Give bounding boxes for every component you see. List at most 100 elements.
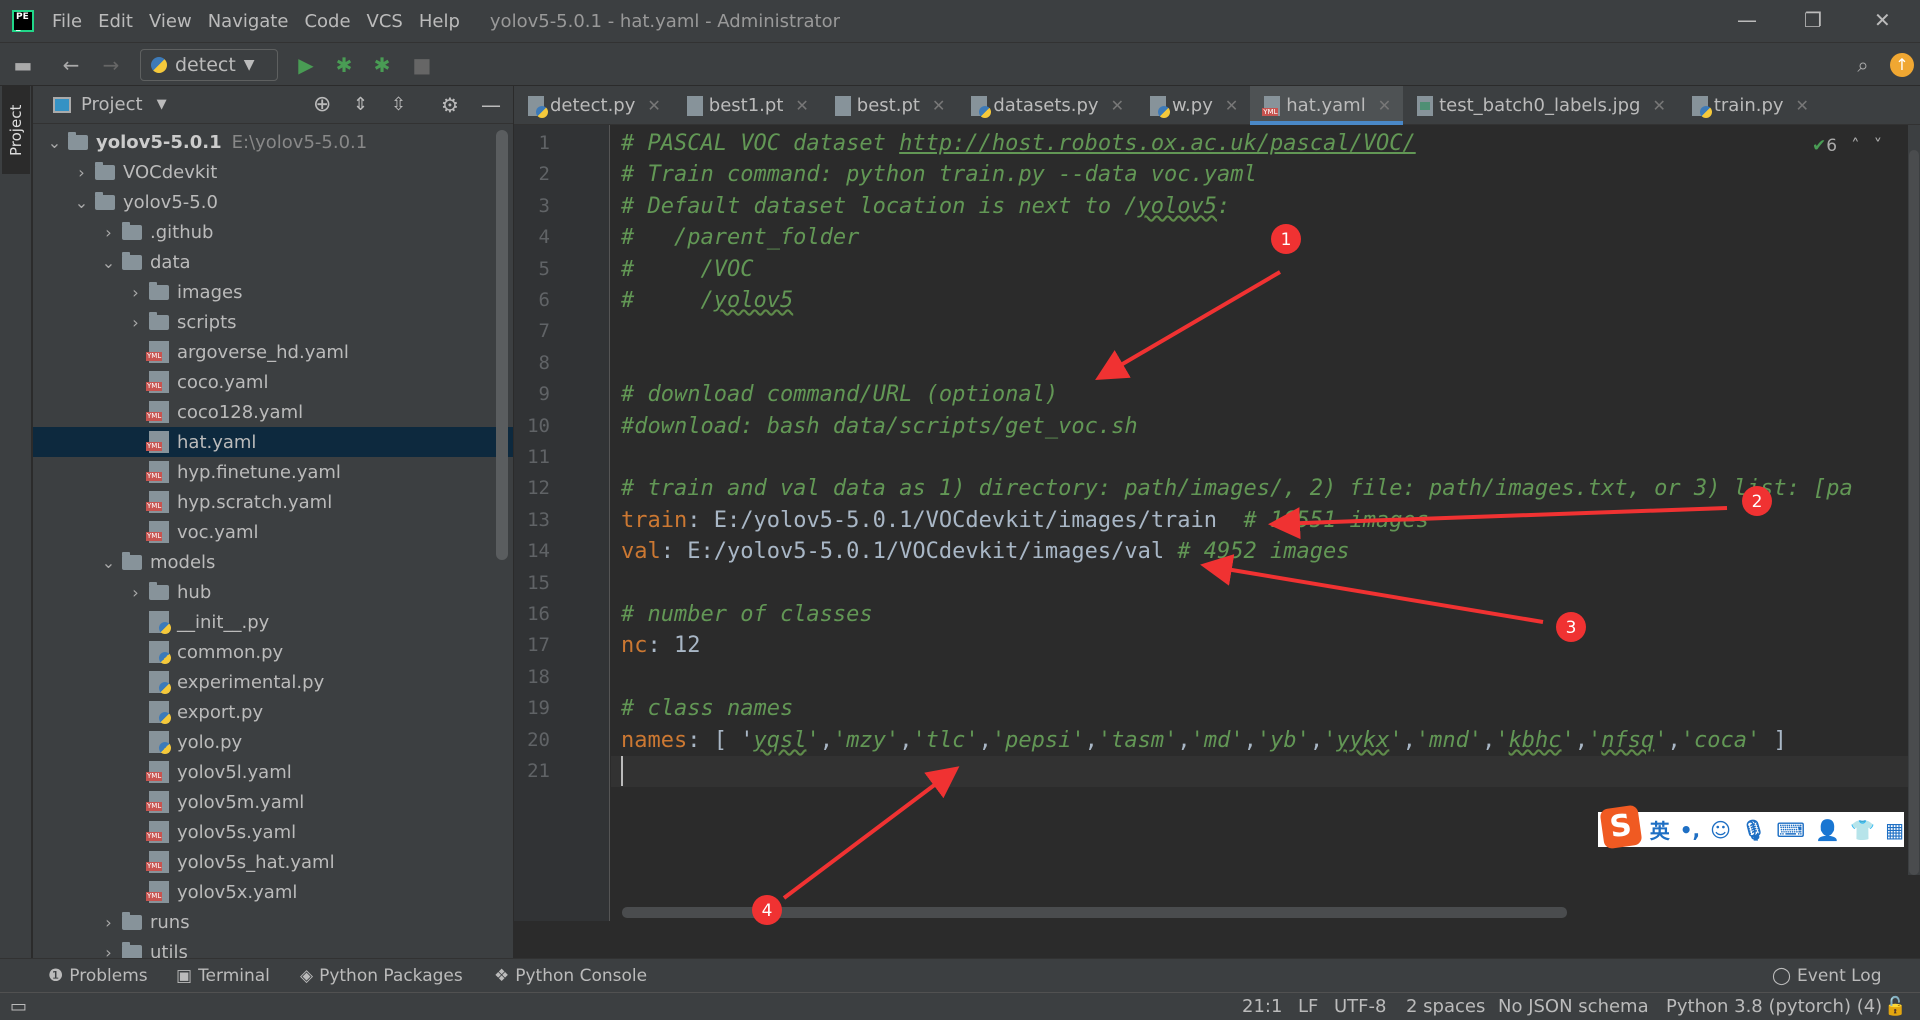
user-icon[interactable]: 👤 [1815,818,1840,842]
tab-train-py[interactable]: train.py ✕ [1678,86,1821,125]
close-tab-icon[interactable]: ✕ [647,96,660,115]
tab-best-pt[interactable]: best.pt ✕ [821,86,958,125]
inspection-widget[interactable]: ✔6 ˄ ˅ [1812,136,1882,156]
tree-item[interactable]: YML coco128.yaml [33,397,513,427]
tree-item[interactable]: YML hyp.scratch.yaml [33,487,513,517]
tree-item[interactable]: › utils [33,937,513,958]
caret-position[interactable]: 21:1 [1242,996,1282,1017]
tree-item[interactable]: YML voc.yaml [33,517,513,547]
menu-file[interactable]: File [52,11,82,32]
search-icon[interactable]: ⌕ [1848,43,1878,87]
close-tab-icon[interactable]: ✕ [1378,96,1391,115]
menu-code[interactable]: Code [304,11,350,32]
editor-hscrollbar[interactable] [622,907,1567,918]
next-highlight-icon[interactable]: ˅ [1874,136,1883,156]
python-packages-tab[interactable]: ◈ Python Packages [300,966,463,986]
project-view-selector[interactable]: Project [81,94,143,115]
menu-view[interactable]: View [149,11,192,32]
collapse-all-icon[interactable]: ⇳ [391,94,406,115]
chevron-right-icon[interactable]: › [68,163,95,182]
tree-item[interactable]: ⌄ models [33,547,513,577]
tree-item[interactable]: ⌄ yolov5-5.0.1 E:\yolov5-5.0.1 [33,127,513,157]
tree-item[interactable]: common.py [33,637,513,667]
tree-item[interactable]: YML hyp.finetune.yaml [33,457,513,487]
stop-icon[interactable]: ■ [408,43,436,87]
python-console-tab[interactable]: ❖ Python Console [494,966,647,986]
keyboard-icon[interactable]: ⌨ [1776,818,1805,842]
chevron-right-icon[interactable]: › [95,913,122,932]
chevron-right-icon[interactable]: › [95,943,122,959]
toggle-toolwindows-icon[interactable]: ▭ [10,996,27,1017]
tree-item[interactable]: export.py [33,697,513,727]
tab-hat-yaml[interactable]: hat.yaml ✕ [1250,86,1404,125]
debug-icon[interactable]: ✱ [330,43,358,87]
tree-item[interactable]: experimental.py [33,667,513,697]
json-schema[interactable]: No JSON schema [1498,996,1649,1017]
tree-item[interactable]: › .github [33,217,513,247]
previous-highlight-icon[interactable]: ˄ [1851,136,1860,156]
open-folder-icon[interactable]: ▬ [8,43,38,87]
coverage-icon[interactable]: ✱ [368,43,396,87]
restore-button[interactable]: ❐ [1804,8,1822,32]
locate-icon[interactable]: ⊕ [313,92,331,117]
tree-item[interactable]: YML hat.yaml [33,427,513,457]
tree-item[interactable]: YML yolov5m.yaml [33,787,513,817]
menu-edit[interactable]: Edit [98,11,133,32]
tab-w-py[interactable]: w.py ✕ [1136,86,1250,125]
toolbox-icon[interactable]: ▦ [1885,818,1904,842]
tree-item[interactable]: › VOCdevkit [33,157,513,187]
chevron-down-icon[interactable]: ⌄ [95,253,122,272]
terminal-tab[interactable]: ▣ Terminal [176,966,270,986]
menu-vcs[interactable]: VCS [367,11,403,32]
python-interpreter[interactable]: Python 3.8 (pytorch) (4) [1666,996,1882,1017]
update-icon[interactable]: ↑ [1888,43,1916,87]
tab-test-batch0-labels-jpg[interactable]: test_batch0_labels.jpg ✕ [1403,86,1678,125]
tree-item[interactable]: YML yolov5s.yaml [33,817,513,847]
tree-item[interactable]: __init__.py [33,607,513,637]
tab-detect-py[interactable]: detect.py ✕ [514,86,673,125]
close-button[interactable]: ✕ [1874,8,1891,32]
close-tab-icon[interactable]: ✕ [1111,96,1124,115]
event-log-tab[interactable]: ◯ Event Log [1772,966,1882,986]
tree-item[interactable]: YML yolov5s_hat.yaml [33,847,513,877]
run-icon[interactable]: ▶ [292,43,320,87]
tree-item[interactable]: YML coco.yaml [33,367,513,397]
expand-all-icon[interactable]: ⇕ [353,94,368,115]
tree-item[interactable]: › hub [33,577,513,607]
tab-best1-pt[interactable]: best1.pt ✕ [673,86,821,125]
gear-icon[interactable]: ⚙ [441,93,459,117]
menu-navigate[interactable]: Navigate [208,11,289,32]
emoji-icon[interactable]: ☺ [1710,818,1731,842]
forward-arrow-icon[interactable]: → [96,43,126,87]
tree-item[interactable]: ⌄ data [33,247,513,277]
editor-vscrollbar[interactable] [1909,150,1919,875]
close-tab-icon[interactable]: ✕ [1796,96,1809,115]
tree-item[interactable]: › scripts [33,307,513,337]
tree-item[interactable]: yolo.py [33,727,513,757]
close-tab-icon[interactable]: ✕ [795,96,808,115]
chevron-right-icon[interactable]: › [122,283,149,302]
tree-item[interactable]: › images [33,277,513,307]
tab-datasets-py[interactable]: datasets.py ✕ [957,86,1136,125]
minimize-button[interactable]: — [1737,8,1757,32]
close-tab-icon[interactable]: ✕ [932,96,945,115]
chevron-right-icon[interactable]: › [122,583,149,602]
file-encoding[interactable]: UTF-8 [1334,996,1386,1017]
chevron-down-icon[interactable]: ⌄ [68,193,95,212]
chevron-right-icon[interactable]: › [95,223,122,242]
lock-icon[interactable]: 🔓 [1884,996,1906,1017]
close-tab-icon[interactable]: ✕ [1652,96,1665,115]
tree-item[interactable]: ⌄ yolov5-5.0 [33,187,513,217]
indent-setting[interactable]: 2 spaces [1406,996,1485,1017]
line-separator[interactable]: LF [1298,996,1318,1017]
ime-language[interactable]: 英 [1650,815,1670,844]
run-config-dropdown[interactable]: detect ▼ [140,49,278,81]
code-editor[interactable]: # PASCAL VOC dataset http://host.robots.… [611,125,1909,921]
project-side-tab[interactable]: Project [2,86,30,174]
tree-item[interactable]: YML yolov5x.yaml [33,877,513,907]
close-tab-icon[interactable]: ✕ [1225,96,1238,115]
menu-help[interactable]: Help [419,11,460,32]
chevron-down-icon[interactable]: ⌄ [41,133,68,152]
tree-item[interactable]: YML argoverse_hd.yaml [33,337,513,367]
microphone-icon[interactable]: 🎙 [1741,818,1766,842]
